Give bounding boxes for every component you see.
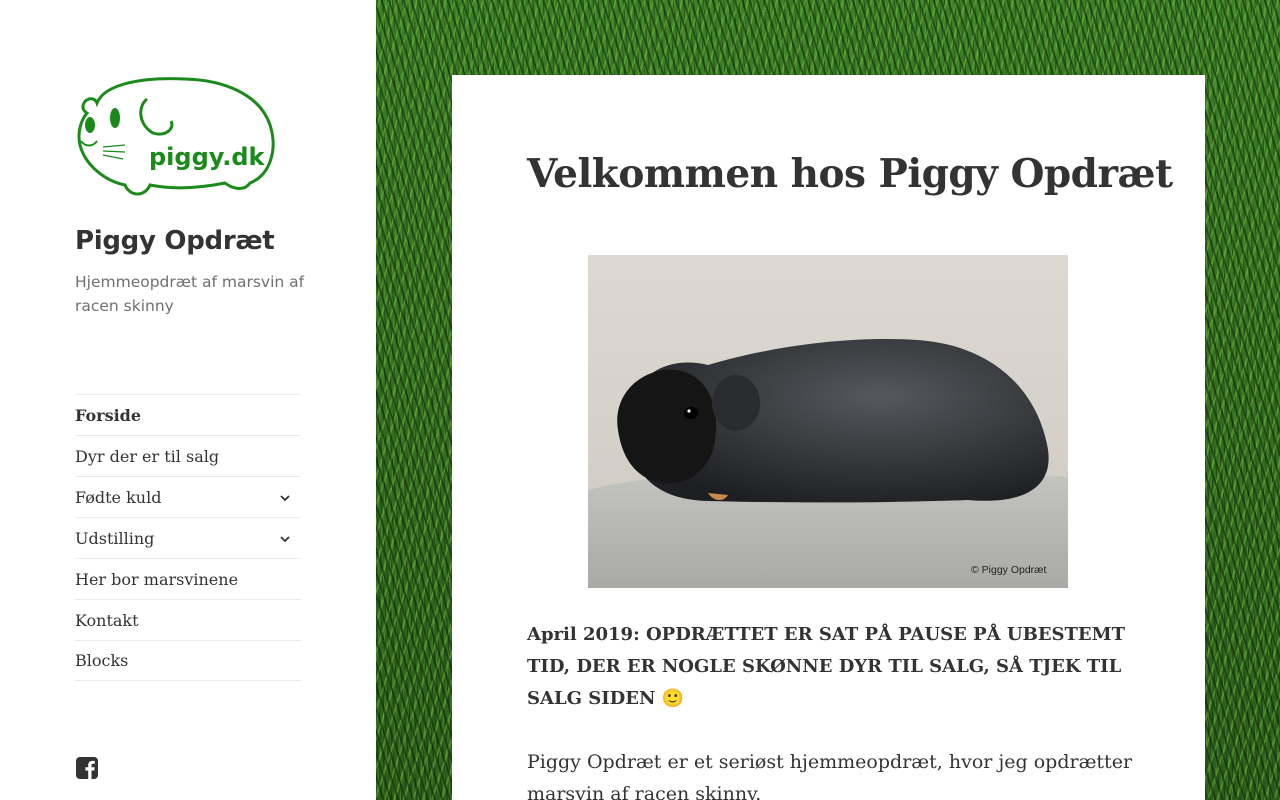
main-navigation: Forside Dyr der er til salg Fødte kuld U…: [75, 394, 301, 681]
nav-item-forside[interactable]: Forside: [75, 394, 301, 435]
chevron-down-icon[interactable]: [277, 531, 293, 547]
image-caption: © Piggy Opdræt: [971, 564, 1047, 576]
nav-item-kontakt[interactable]: Kontakt: [75, 599, 301, 640]
nav-item-blocks[interactable]: Blocks: [75, 640, 301, 681]
nav-item-label: Kontakt: [75, 610, 139, 630]
nav-item-dyr-til-salg[interactable]: Dyr der er til salg: [75, 435, 301, 476]
page-title: Velkommen hos Piggy Opdræt: [527, 151, 1173, 197]
facebook-icon: [76, 757, 98, 779]
nav-item-label: Fødte kuld: [75, 487, 162, 507]
skinny-guinea-pig-image: © Piggy Opdræt: [588, 255, 1068, 588]
logo-text: piggy.dk: [149, 143, 266, 171]
nav-item-label: Blocks: [75, 651, 129, 670]
nav-item-fodte-kuld[interactable]: Fødte kuld: [75, 476, 301, 517]
nav-item-udstilling[interactable]: Udstilling: [75, 517, 301, 558]
sidebar: piggy.dk Piggy Opdræt Hjemmeopdræt af ma…: [0, 0, 376, 800]
nav-item-label: Her bor marsvinene: [75, 569, 239, 589]
chevron-down-icon[interactable]: [277, 490, 293, 506]
pause-notice: April 2019: OPDRÆTTET ER SAT PÅ PAUSE PÅ…: [527, 624, 1125, 709]
facebook-link[interactable]: [75, 756, 99, 780]
nav-item-her-bor-marsvinene[interactable]: Her bor marsvinene: [75, 558, 301, 599]
site-description: Hjemmeopdræt af marsvin af racen skinny: [75, 273, 305, 315]
intro-paragraph: Piggy Opdræt er et seriøst hjemmeopdræt,…: [527, 751, 1133, 800]
guinea-pig-photo: © Piggy Opdræt: [588, 255, 1068, 588]
site-logo[interactable]: piggy.dk: [75, 75, 275, 200]
nav-item-label: Forside: [75, 405, 142, 425]
main-content: Velkommen hos Piggy Opdræt © Piggy Opdræ…: [452, 75, 1205, 800]
guinea-pig-logo-icon: piggy.dk: [77, 77, 275, 196]
nav-item-label: Dyr der er til salg: [75, 446, 220, 466]
nav-item-label: Udstilling: [75, 528, 155, 548]
site-title[interactable]: Piggy Opdræt: [75, 226, 275, 256]
